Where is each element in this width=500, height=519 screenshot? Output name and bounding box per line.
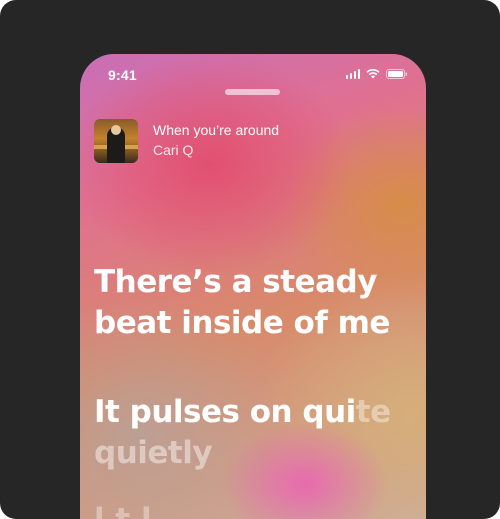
lyric-line-3[interactable]: It pulses on quite <box>94 392 414 433</box>
album-art-head <box>111 125 121 135</box>
song-artist[interactable]: Cari Q <box>153 142 193 158</box>
device-frame: 9:41 When you’re around Cari Q There’s a… <box>0 0 500 519</box>
lyric-line-4[interactable]: quietly <box>94 433 414 474</box>
lyrics-view[interactable]: There’s a steady beat inside of me It pu… <box>94 262 414 474</box>
now-playing-header[interactable]: When you’re around Cari Q <box>94 119 414 164</box>
lyric-line-3-upcoming: te <box>355 394 391 430</box>
song-title: When you’re around <box>153 122 280 138</box>
status-icons <box>345 69 409 79</box>
lyric-line-5[interactable]: l t l <box>94 502 152 519</box>
lyric-line-3-sung: It pulses on qui <box>94 394 356 430</box>
sheet-grabber-handle[interactable] <box>225 89 280 95</box>
lyric-line-2[interactable]: beat inside of me <box>94 303 414 344</box>
cellular-signal-icon <box>345 69 360 79</box>
lyric-line-1[interactable]: There’s a steady <box>94 262 414 303</box>
album-art[interactable] <box>94 119 138 163</box>
battery-icon <box>386 69 408 79</box>
status-time: 9:41 <box>108 67 137 83</box>
lyrics-screen: 9:41 When you’re around Cari Q There’s a… <box>80 54 426 519</box>
wifi-icon <box>366 69 380 79</box>
